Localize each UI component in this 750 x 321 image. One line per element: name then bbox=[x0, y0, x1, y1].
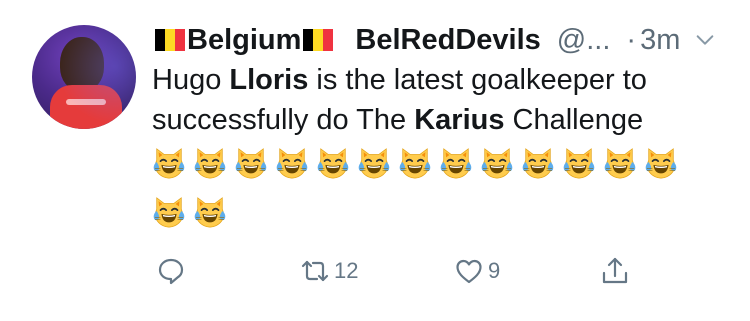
cat-tears-of-joy-emoji bbox=[399, 148, 431, 179]
avatar-shade bbox=[32, 25, 136, 129]
heart-icon bbox=[456, 259, 482, 284]
retweet-button[interactable]: 12 bbox=[300, 256, 358, 286]
retweet-count: 12 bbox=[334, 258, 359, 283]
handle[interactable]: @... bbox=[557, 24, 611, 57]
cat-tears-of-joy-emoji bbox=[481, 148, 513, 179]
cat-tears-of-joy-emoji bbox=[358, 148, 390, 179]
display-name[interactable]: Belgium bbox=[153, 24, 335, 57]
tweet-card[interactable]: Belgium BelRedDevils @... · 3m Hugo Llor… bbox=[0, 0, 750, 321]
cat-tears-of-joy-emoji bbox=[235, 148, 267, 179]
like-button[interactable]: 9 bbox=[454, 256, 500, 286]
display-name-text: Belgium bbox=[187, 23, 302, 56]
reply-icon bbox=[158, 258, 184, 285]
separator: · bbox=[626, 23, 637, 56]
cat-tears-of-joy-emoji bbox=[317, 148, 349, 179]
cat-tears-of-joy-emoji bbox=[276, 148, 308, 179]
share-icon bbox=[602, 257, 628, 284]
tweet-header: Belgium BelRedDevils @... · 3m bbox=[153, 22, 720, 58]
cat-tears-of-joy-emoji bbox=[522, 148, 554, 179]
cat-tears-of-joy-emoji bbox=[194, 197, 226, 228]
avatar[interactable] bbox=[32, 25, 136, 129]
username[interactable]: BelRedDevils bbox=[355, 24, 540, 57]
tweet-actions: 12 9 bbox=[150, 256, 650, 292]
cat-tears-of-joy-emoji bbox=[563, 148, 595, 179]
cat-tears-of-joy-emoji bbox=[645, 148, 677, 179]
belgium-flag-icon bbox=[155, 29, 185, 51]
reply-button[interactable] bbox=[156, 256, 186, 286]
cat-tears-of-joy-emoji bbox=[194, 148, 226, 179]
cat-tears-of-joy-emoji bbox=[604, 148, 636, 179]
cat-tears-of-joy-emoji bbox=[153, 148, 185, 179]
tweet-text-part: Challenge bbox=[504, 104, 644, 136]
emoji-row bbox=[152, 195, 227, 229]
cat-tears-of-joy-emoji bbox=[153, 197, 185, 228]
tweet-text: Hugo Lloris is the latest goalkeeper to … bbox=[152, 60, 732, 140]
timestamp[interactable]: 3m bbox=[640, 24, 680, 57]
tweet-text-bold: Lloris bbox=[229, 64, 309, 96]
retweet-icon bbox=[301, 260, 329, 282]
emoji-row bbox=[152, 146, 678, 180]
cat-tears-of-joy-emoji bbox=[440, 148, 472, 179]
tweet-text-bold: Karius bbox=[414, 104, 505, 136]
belgium-flag-icon bbox=[303, 29, 334, 51]
chevron-down-icon[interactable] bbox=[694, 29, 716, 51]
tweet-text-part: Hugo bbox=[152, 64, 230, 96]
like-count: 9 bbox=[488, 258, 501, 283]
share-button[interactable] bbox=[600, 256, 630, 286]
